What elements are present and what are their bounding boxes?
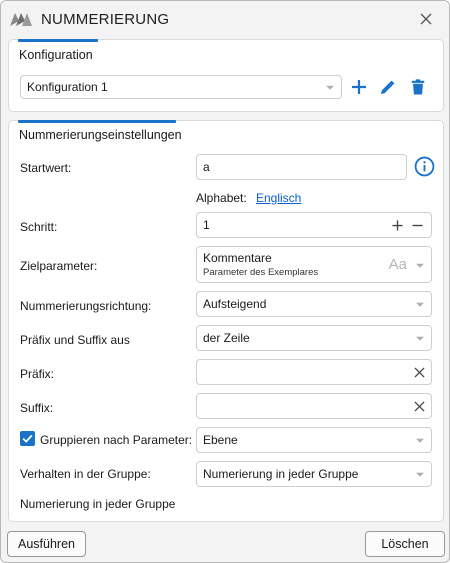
window-title: NUMMERIERUNG (41, 11, 170, 28)
numbering-settings-panel: Nummerierungseinstellungen Startwert: a … (8, 120, 444, 522)
gruppieren-select[interactable]: Ebene (196, 427, 432, 453)
verhalten-label: Verhalten in der Gruppe: (20, 467, 151, 481)
clear-button[interactable]: Löschen (365, 531, 445, 557)
schritt-label: Schritt: (20, 220, 58, 234)
configuration-panel: Konfiguration Konfiguration 1 (8, 39, 444, 112)
increment-plus-icon[interactable] (392, 220, 403, 231)
zielparameter-value: Kommentare (203, 251, 272, 265)
richtung-label: Nummerierungsrichtung: (20, 299, 152, 313)
suffix-input[interactable] (196, 393, 432, 419)
numbering-dialog: NUMMERIERUNG Konfiguration Konfiguration… (0, 0, 450, 563)
app-logo-icon (10, 13, 32, 26)
info-icon[interactable] (414, 156, 435, 177)
alphabet-label: Alphabet: (196, 191, 247, 205)
schritt-value: 1 (203, 218, 210, 232)
gruppieren-checkbox[interactable] (20, 431, 35, 446)
alphabet-link[interactable]: Englisch (256, 191, 301, 205)
chevron-down-icon (416, 472, 424, 477)
verhalten-select[interactable]: Numerierung in jeder Gruppe (196, 461, 432, 487)
section-tab-indicator (18, 39, 98, 42)
gruppieren-value: Ebene (203, 433, 238, 447)
delete-trash-icon[interactable] (410, 78, 426, 96)
add-icon[interactable] (350, 78, 368, 96)
praefix-label: Präfix: (20, 367, 55, 381)
gruppieren-label[interactable]: Gruppieren nach Parameter: (40, 433, 192, 447)
zielparameter-label: Zielparameter: (20, 259, 98, 273)
chevron-down-icon (326, 85, 334, 90)
configuration-section-title: Konfiguration (19, 48, 93, 62)
praefix-input[interactable] (196, 359, 432, 385)
title-bar: NUMMERIERUNG (1, 1, 449, 37)
verhalten-value: Numerierung in jeder Gruppe (203, 467, 359, 481)
grouping-hint-text: Numerierung in jeder Gruppe (20, 497, 176, 511)
close-icon[interactable] (417, 10, 435, 28)
decrement-minus-icon[interactable] (412, 220, 423, 231)
settings-section-title: Nummerierungseinstellungen (19, 128, 182, 142)
section-tab-indicator (18, 120, 176, 123)
chevron-down-icon (416, 302, 424, 307)
schritt-stepper[interactable]: 1 (196, 212, 432, 238)
clear-icon[interactable] (414, 367, 425, 378)
praefix-suffix-source-value: der Zeile (203, 331, 250, 345)
chevron-down-icon (416, 438, 424, 443)
startwert-value: a (203, 160, 210, 174)
praefix-suffix-source-label: Präfix und Suffix aus (20, 333, 130, 347)
configuration-select-value: Konfiguration 1 (27, 80, 108, 94)
checkmark-icon (22, 434, 33, 443)
chevron-down-icon (416, 263, 424, 268)
zielparameter-subtitle: Parameter des Exemplares (203, 267, 319, 278)
startwert-label: Startwert: (20, 161, 72, 175)
configuration-select[interactable]: Konfiguration 1 (20, 75, 342, 99)
chevron-down-icon (416, 336, 424, 341)
zielparameter-select[interactable]: Kommentare Parameter des Exemplares Aa (196, 246, 432, 283)
text-type-icon: Aa (388, 256, 407, 273)
run-button[interactable]: Ausführen (7, 531, 86, 557)
startwert-input[interactable]: a (196, 154, 407, 180)
suffix-label: Suffix: (20, 401, 54, 415)
edit-pencil-icon[interactable] (379, 78, 397, 96)
richtung-select[interactable]: Aufsteigend (196, 291, 432, 317)
praefix-suffix-source-select[interactable]: der Zeile (196, 325, 432, 351)
richtung-value: Aufsteigend (203, 297, 267, 311)
clear-icon[interactable] (414, 401, 425, 412)
